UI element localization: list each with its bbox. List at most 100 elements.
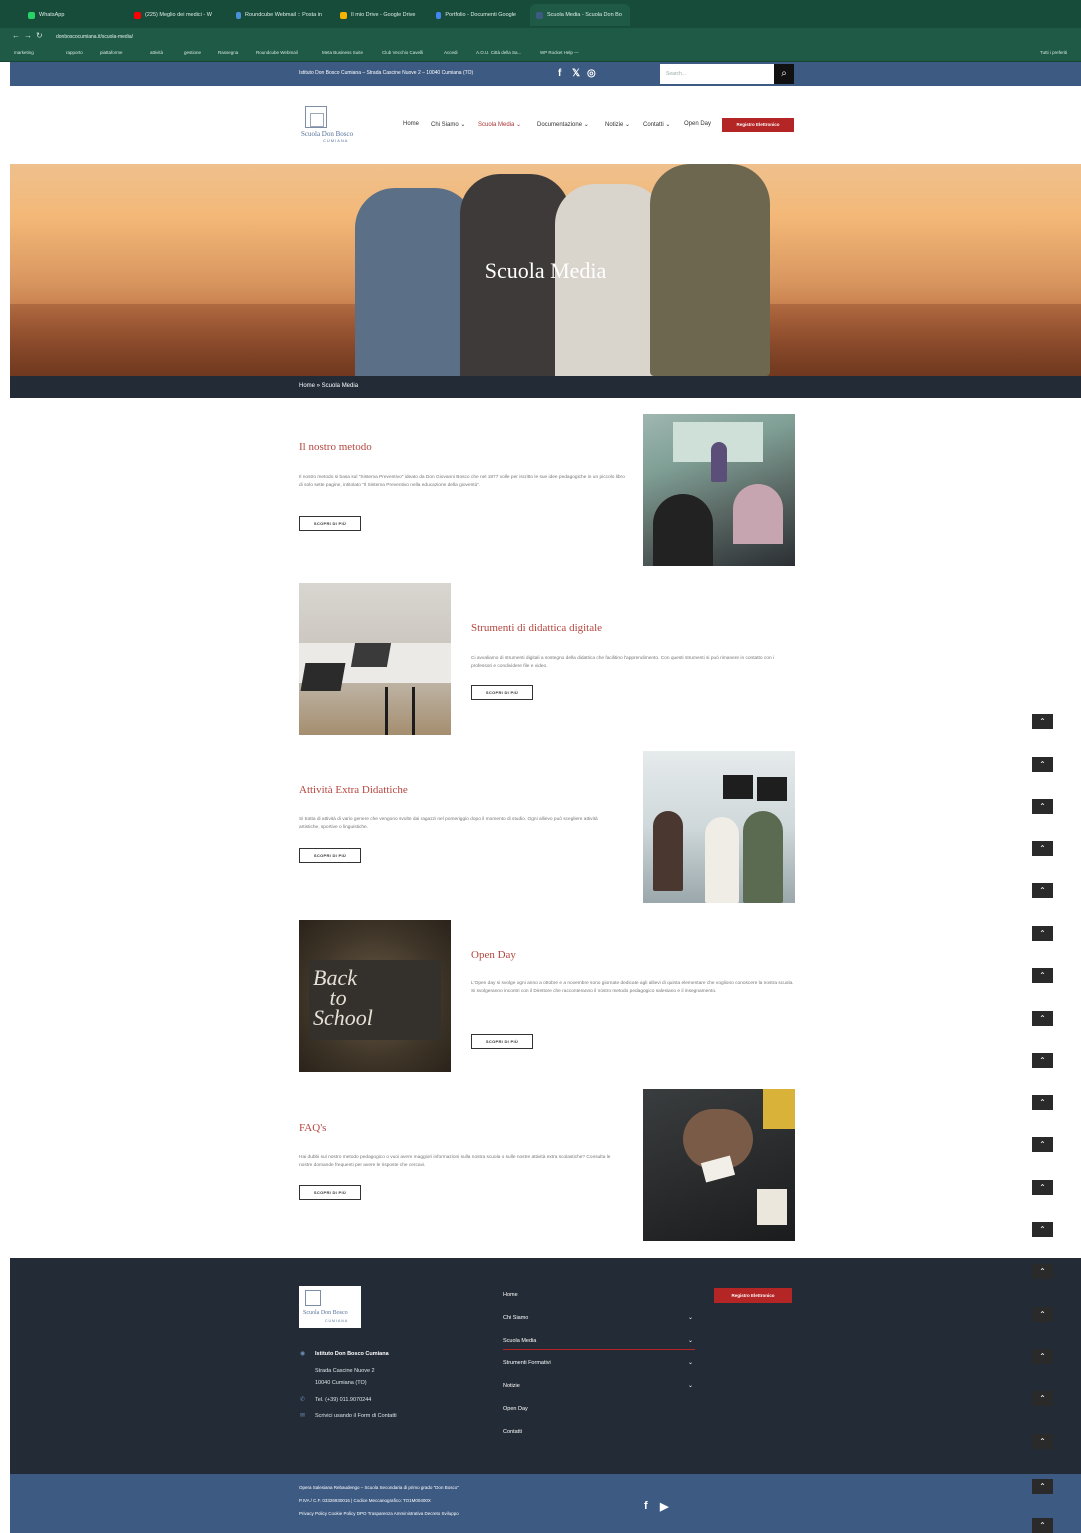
- forward-icon[interactable]: →: [24, 31, 32, 40]
- youtube-icon[interactable]: ▶: [660, 1500, 668, 1513]
- chevron-up-icon: ⌃: [1039, 1521, 1046, 1530]
- footer-logo-text: Scuola Don Bosco: [303, 1310, 348, 1316]
- site-logo[interactable]: Scuola Don Bosco CUMIANA: [301, 106, 371, 148]
- back-icon[interactable]: ←: [12, 31, 20, 40]
- scroll-top-button[interactable]: ⌃: [1032, 1479, 1053, 1494]
- footer-nav-notizie[interactable]: Notizie: [503, 1383, 520, 1389]
- browser-tab[interactable]: Il mio Drive - Google Drive: [334, 4, 422, 26]
- section-text-faq: Hai dubbi sul nostro metodo pedagogico o…: [299, 1155, 611, 1168]
- facebook-icon[interactable]: f: [644, 1500, 648, 1512]
- scopri-button-openday[interactable]: SCOPRI DI PIÙ: [471, 1034, 533, 1049]
- bookmark[interactable]: rapporto: [66, 50, 83, 55]
- instagram-icon[interactable]: ◎: [587, 68, 596, 79]
- bookmark[interactable]: attività: [150, 50, 163, 55]
- scroll-top-button[interactable]: ⌃: [1032, 841, 1053, 856]
- bookmark[interactable]: Club Vecchio Cavelli: [382, 50, 423, 55]
- scroll-top-button[interactable]: ⌃: [1032, 883, 1053, 898]
- scopri-button-metodo[interactable]: SCOPRI DI PIÙ: [299, 516, 361, 531]
- search-input[interactable]: Search...: [660, 64, 774, 84]
- x-twitter-icon[interactable]: 𝕏: [572, 68, 580, 79]
- footer-registro-button[interactable]: Registro Elettronico: [714, 1288, 792, 1303]
- bookmark[interactable]: Tutti i preferiti: [1040, 50, 1067, 55]
- bookmark[interactable]: gestione: [184, 50, 201, 55]
- photo-monitor: [723, 775, 753, 799]
- bookmark[interactable]: marketing: [14, 50, 34, 55]
- nav-open-day[interactable]: Open Day: [684, 121, 711, 127]
- hero-banner: Scuola Media: [10, 164, 1081, 376]
- browser-chrome: WhatsApp (225) Meglio dei medici - W Rou…: [0, 0, 1081, 62]
- chevron-up-icon: ⌃: [1039, 929, 1046, 938]
- bookmark[interactable]: Meta Business Suite: [322, 50, 363, 55]
- scroll-top-button[interactable]: ⌃: [1032, 1391, 1053, 1406]
- photo-student: [743, 811, 783, 903]
- chevron-up-icon: ⌃: [1039, 1014, 1046, 1023]
- scopri-button-extra[interactable]: SCOPRI DI PIÙ: [299, 848, 361, 863]
- chevron-up-icon: ⌃: [1039, 1352, 1046, 1361]
- scroll-top-button[interactable]: ⌃: [1032, 1137, 1053, 1152]
- bookmark[interactable]: Roundcube Webmail: [256, 50, 298, 55]
- photo-book: [757, 1189, 787, 1225]
- bookmark[interactable]: Rassegna: [218, 50, 238, 55]
- scroll-top-button[interactable]: ⌃: [1032, 968, 1053, 983]
- browser-tab[interactable]: WhatsApp: [22, 4, 102, 26]
- tab-favicon-icon: [436, 11, 442, 19]
- footer-nav-open-day[interactable]: Open Day: [503, 1406, 528, 1412]
- nav-chi-siamo[interactable]: Chi Siamo ⌄: [431, 121, 465, 128]
- nav-documentazione[interactable]: Documentazione ⌄: [537, 121, 589, 128]
- chevron-down-icon[interactable]: ⌄: [688, 1314, 693, 1321]
- browser-tab[interactable]: Portfolio - Documenti Google: [430, 4, 522, 26]
- footer-nav-chi-siamo[interactable]: Chi Siamo: [503, 1315, 528, 1321]
- nav-scuola-media[interactable]: Scuola Media ⌄: [478, 121, 521, 128]
- chevron-down-icon[interactable]: ⌄: [688, 1382, 693, 1389]
- bookmark[interactable]: A.O.U. Città della Sa...: [476, 50, 521, 55]
- scroll-top-button[interactable]: ⌃: [1032, 1434, 1053, 1449]
- scroll-top-button[interactable]: ⌃: [1032, 714, 1053, 729]
- scroll-top-button[interactable]: ⌃: [1032, 1095, 1053, 1110]
- scroll-top-button[interactable]: ⌃: [1032, 1222, 1053, 1237]
- bookmark[interactable]: WP Rocket Help —: [540, 50, 579, 55]
- chevron-up-icon: ⌃: [1039, 1225, 1046, 1234]
- scroll-top-button[interactable]: ⌃: [1032, 926, 1053, 941]
- scopri-button-faq[interactable]: SCOPRI DI PIÙ: [299, 1185, 361, 1200]
- tab-label: (225) Meglio dei medici - W: [145, 12, 212, 18]
- bottom-policy-links[interactable]: Privacy Policy Cookie Policy DPO Traspar…: [299, 1511, 459, 1516]
- bookmark[interactable]: Accedi: [444, 50, 458, 55]
- search-button[interactable]: ⌕: [774, 64, 794, 84]
- scopri-button-didattica[interactable]: SCOPRI DI PIÙ: [471, 685, 533, 700]
- bottom-org: Opera Salesiana Rebaudengo – Scuola Seco…: [299, 1485, 459, 1490]
- chevron-down-icon[interactable]: ⌄: [688, 1359, 693, 1366]
- url-input[interactable]: donboscocumiana.it/scuola-media/: [56, 31, 956, 43]
- browser-tab-active[interactable]: Scuola Media - Scuola Don Bo: [530, 4, 630, 26]
- scroll-top-button[interactable]: ⌃: [1032, 799, 1053, 814]
- scroll-top-button[interactable]: ⌃: [1032, 757, 1053, 772]
- scroll-top-button[interactable]: ⌃: [1032, 1264, 1053, 1279]
- chevron-up-icon: ⌃: [1039, 1437, 1046, 1446]
- chevron-down-icon[interactable]: ⌄: [688, 1337, 693, 1344]
- scroll-top-button[interactable]: ⌃: [1032, 1011, 1053, 1026]
- footer-nav-contatti[interactable]: Contatti: [503, 1429, 522, 1435]
- nav-home[interactable]: Home: [403, 121, 419, 127]
- breadcrumb[interactable]: Home » Scuola Media: [299, 383, 358, 389]
- footer-logo[interactable]: Scuola Don Bosco CUMIANA: [299, 1286, 361, 1328]
- reload-icon[interactable]: ↻: [36, 31, 43, 40]
- chevron-up-icon: ⌃: [1039, 760, 1046, 769]
- chevron-up-icon: ⌃: [1039, 1267, 1046, 1276]
- nav-notizie[interactable]: Notizie ⌄: [605, 121, 630, 128]
- footer-contact-link[interactable]: Scrivici usando il Form di Contatti: [315, 1413, 397, 1419]
- scroll-top-button[interactable]: ⌃: [1032, 1053, 1053, 1068]
- nav-contatti[interactable]: Contatti ⌄: [643, 121, 670, 128]
- registro-elettronico-button[interactable]: Registro Elettronico: [722, 118, 794, 132]
- scroll-top-button[interactable]: ⌃: [1032, 1518, 1053, 1533]
- facebook-icon[interactable]: f: [558, 68, 561, 79]
- browser-tab[interactable]: (225) Meglio dei medici - W: [128, 4, 224, 26]
- scroll-top-button[interactable]: ⌃: [1032, 1349, 1053, 1364]
- bookmark[interactable]: piattaforme: [100, 50, 123, 55]
- footer-nav-scuola-media[interactable]: Scuola Media: [503, 1338, 536, 1344]
- footer-nav-home[interactable]: Home: [503, 1292, 518, 1298]
- browser-tab[interactable]: Roundcube Webmail :: Posta in: [230, 4, 328, 26]
- scroll-top-button[interactable]: ⌃: [1032, 1307, 1053, 1322]
- footer-nav-strumenti[interactable]: Strumenti Formativi: [503, 1360, 551, 1366]
- page-title: Scuola Media: [484, 258, 607, 283]
- footer-phone[interactable]: Tel. (+39) 011.9070244: [315, 1397, 371, 1403]
- scroll-top-button[interactable]: ⌃: [1032, 1180, 1053, 1195]
